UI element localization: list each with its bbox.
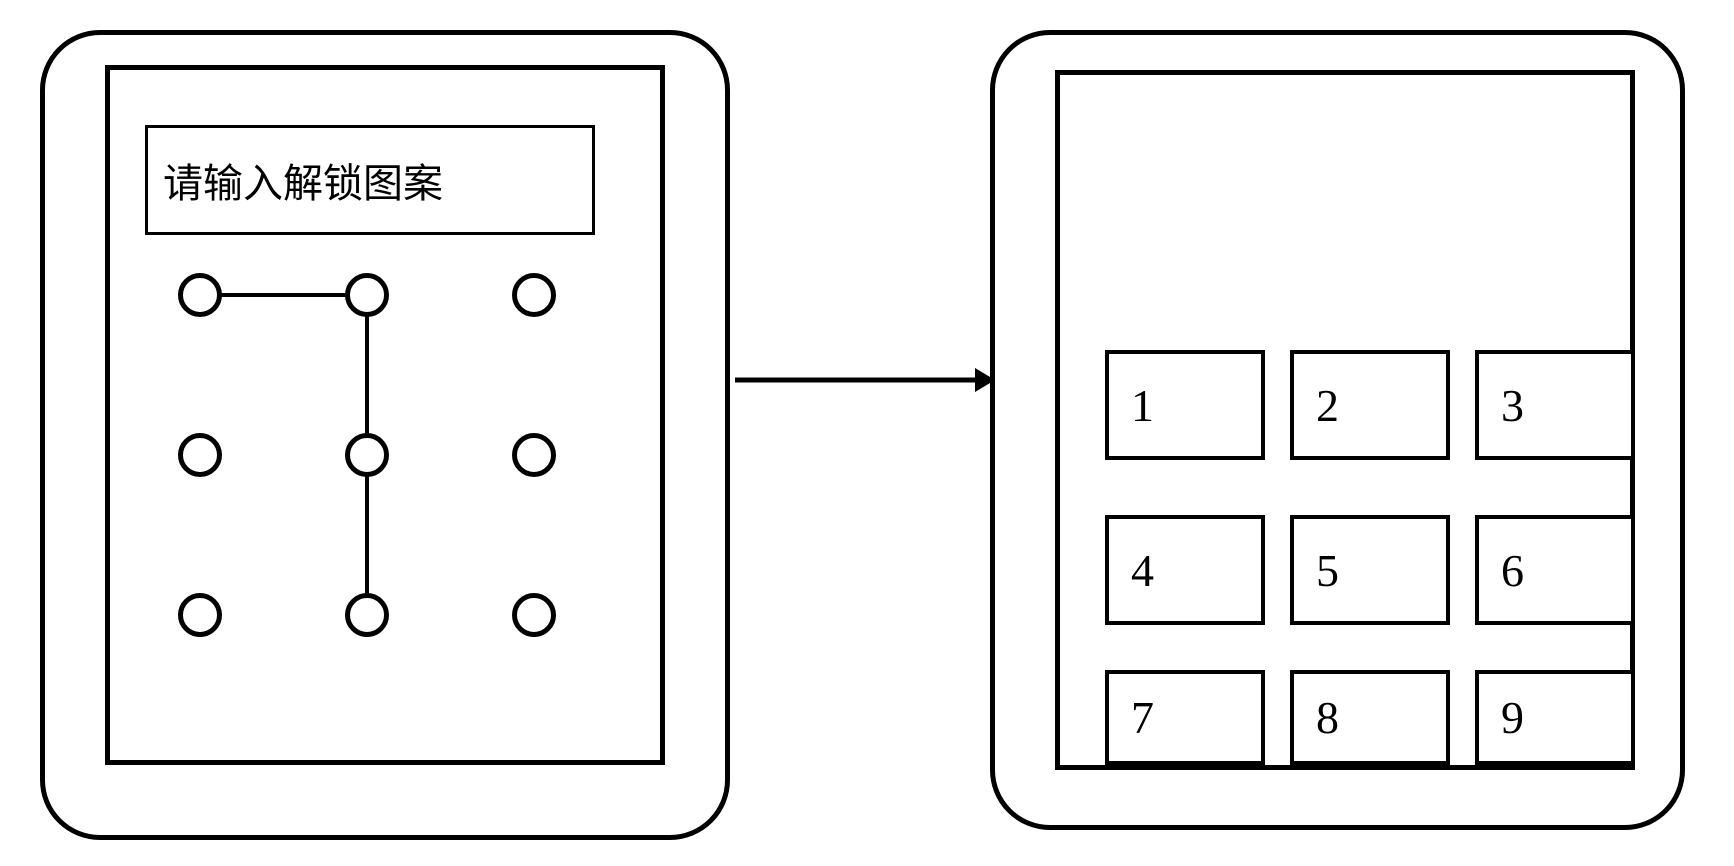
device-keypad: 1 2 3 4 5 6 7 8 9 [990,30,1685,830]
keypad-key-label: 1 [1131,379,1154,432]
keypad-key-label: 9 [1501,691,1524,744]
pattern-lines [110,70,670,770]
keypad-key-6[interactable]: 6 [1475,515,1635,625]
keypad-key-label: 3 [1501,379,1524,432]
screen-keypad: 1 2 3 4 5 6 7 8 9 [1055,70,1635,770]
pattern-dot[interactable] [345,273,389,317]
keypad-key-label: 2 [1316,379,1339,432]
keypad-key-1[interactable]: 1 [1105,350,1265,460]
pattern-dot[interactable] [512,433,556,477]
keypad-key-7[interactable]: 7 [1105,670,1265,765]
screen-pattern-lock: 请输入解锁图案 [105,65,665,765]
device-pattern-lock: 请输入解锁图案 [40,30,730,840]
keypad-key-5[interactable]: 5 [1290,515,1450,625]
keypad-key-4[interactable]: 4 [1105,515,1265,625]
transition-arrow-icon [730,340,1000,420]
keypad-key-label: 5 [1316,544,1339,597]
pattern-dot[interactable] [512,593,556,637]
diagram-stage: 请输入解锁图案 1 2 3 4 5 6 7 8 9 [0,0,1734,866]
pattern-dot[interactable] [512,273,556,317]
keypad-key-label: 4 [1131,544,1154,597]
pattern-dot[interactable] [178,593,222,637]
keypad-key-9[interactable]: 9 [1475,670,1635,765]
pattern-dot[interactable] [178,273,222,317]
keypad-key-label: 6 [1501,544,1524,597]
keypad-key-8[interactable]: 8 [1290,670,1450,765]
pattern-dot[interactable] [345,433,389,477]
pattern-dot[interactable] [178,433,222,477]
keypad-key-3[interactable]: 3 [1475,350,1635,460]
pattern-dot[interactable] [345,593,389,637]
keypad-key-label: 7 [1131,691,1154,744]
keypad-key-2[interactable]: 2 [1290,350,1450,460]
keypad-key-label: 8 [1316,691,1339,744]
